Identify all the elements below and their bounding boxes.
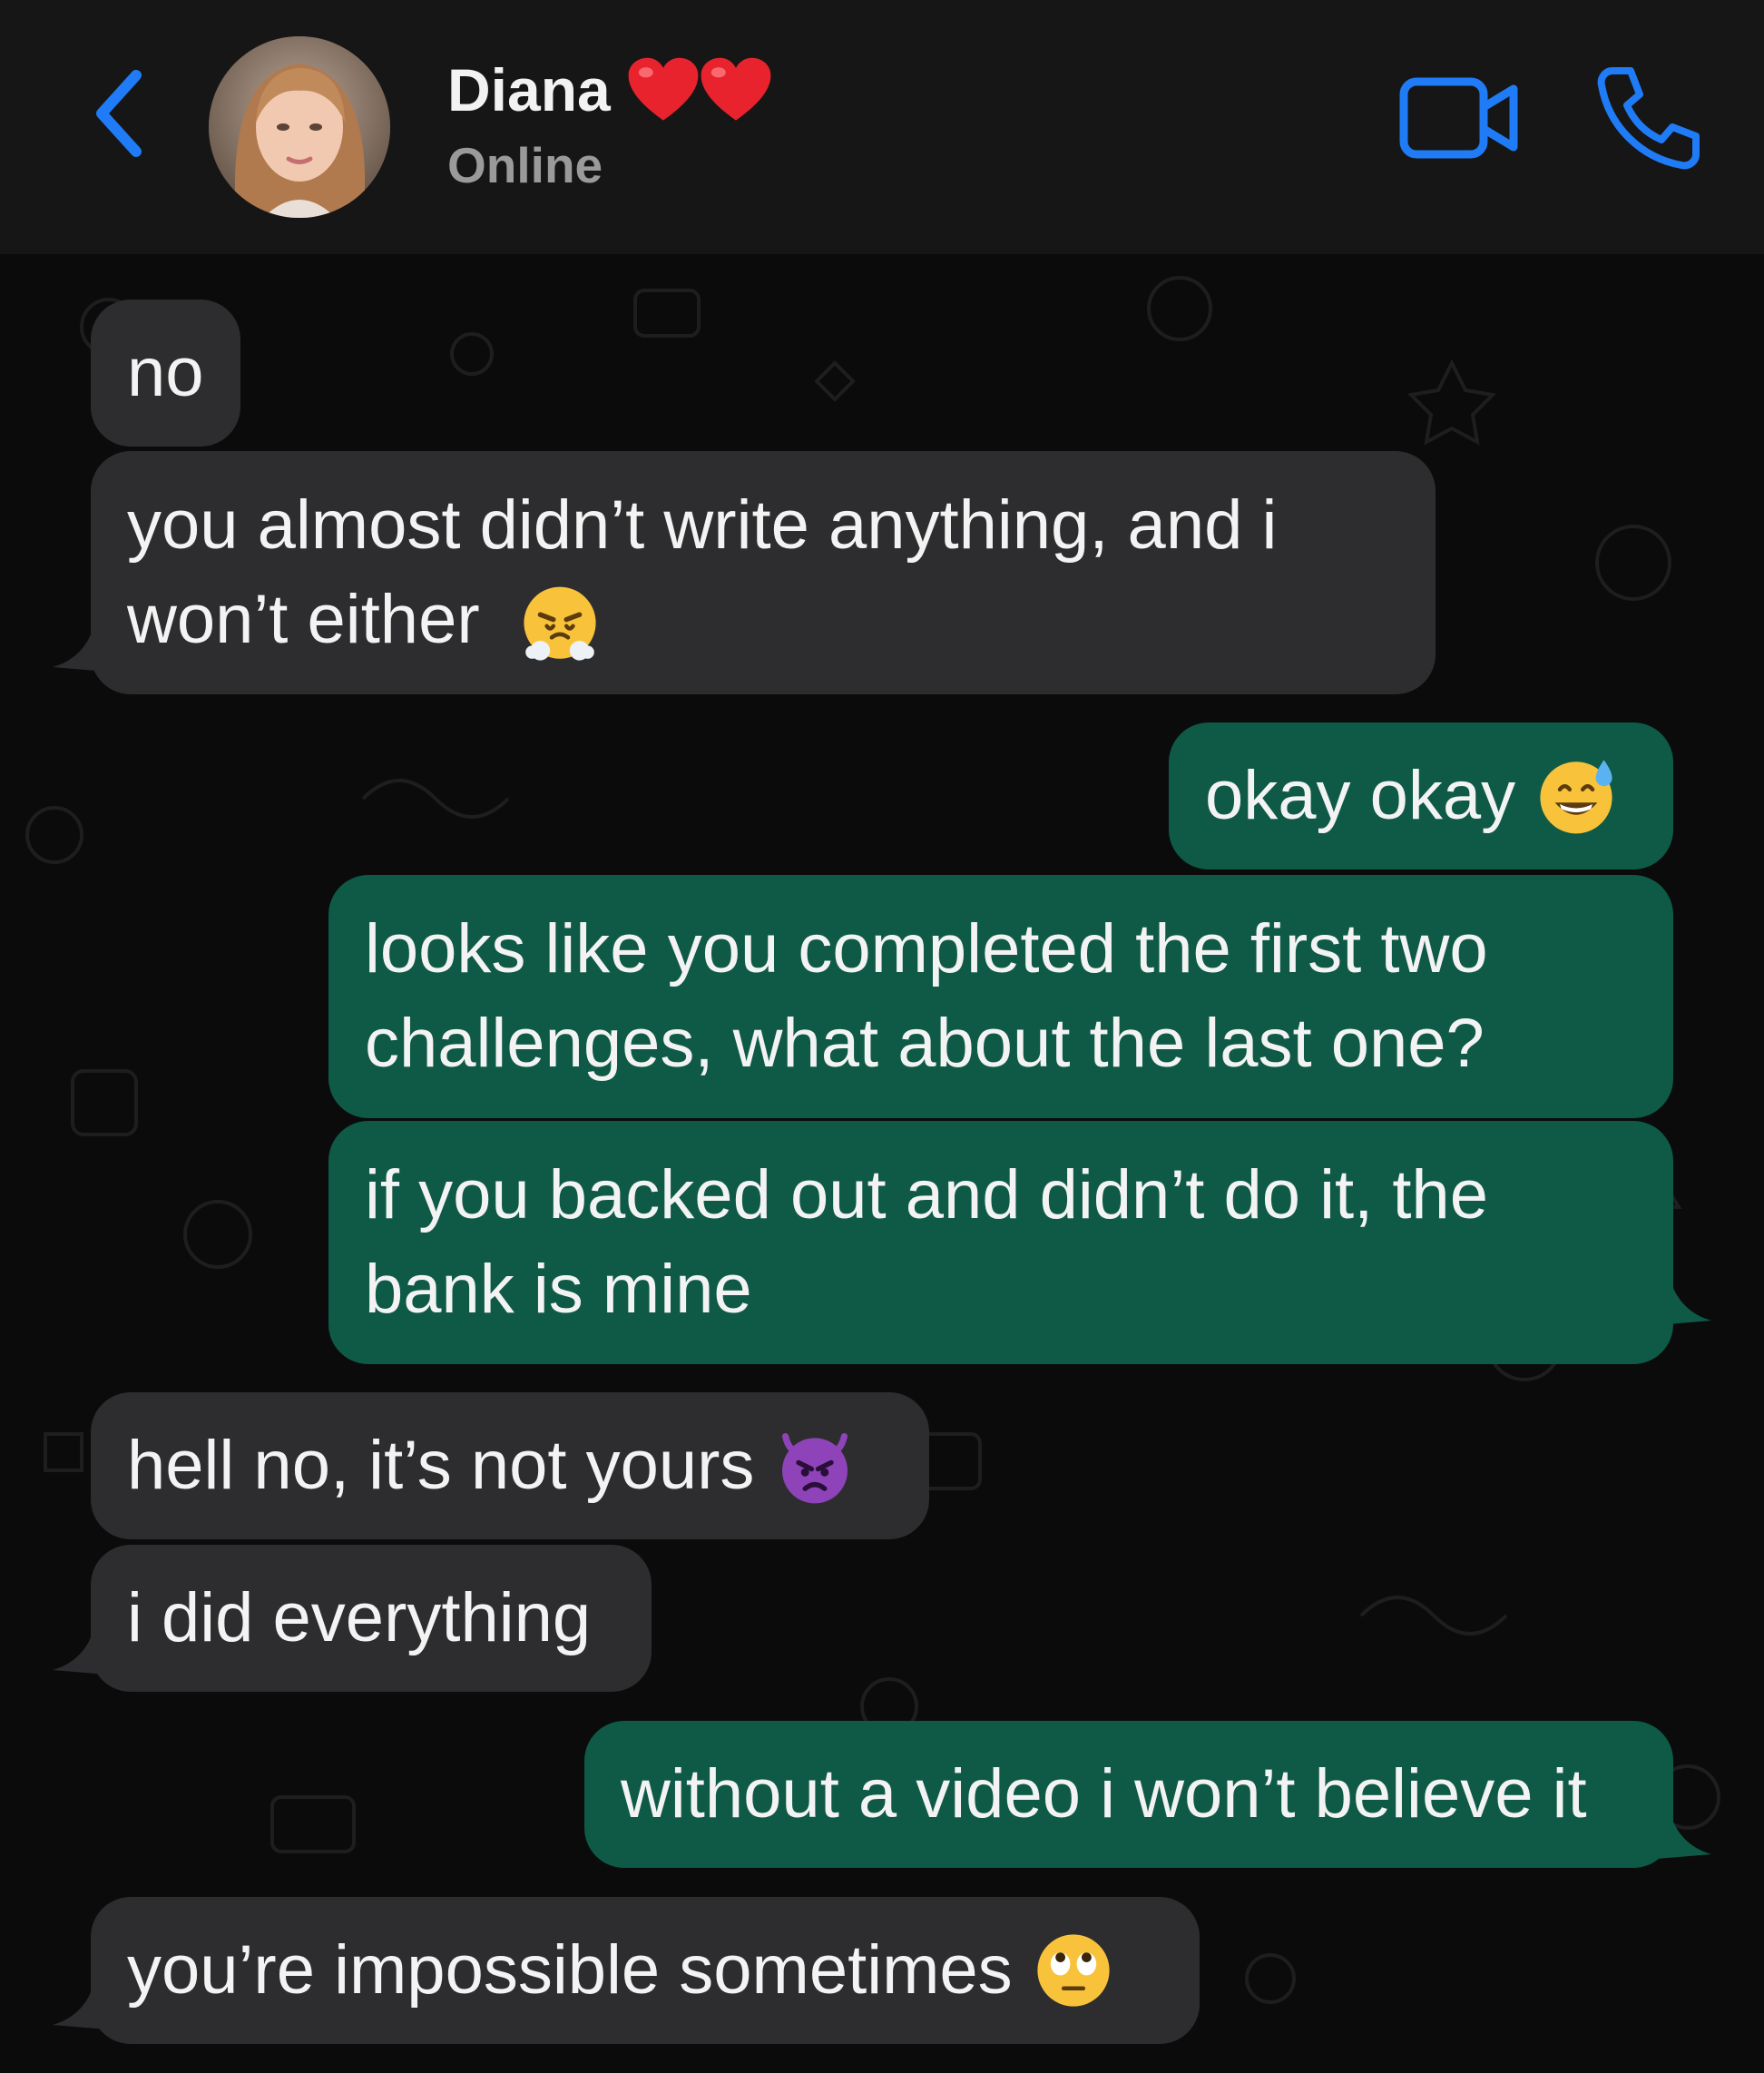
heart-icon [628,57,699,121]
message-text: okay okay [1205,757,1516,834]
message-text: i did everything [127,1579,592,1656]
chevron-left-icon [96,70,142,157]
contact-name-row[interactable]: Diana [447,53,772,127]
message-text: you’re impossible sometimes [127,1931,1013,2009]
message-text: no [127,334,204,411]
message-bubble-outgoing[interactable]: looks like you completed the first two c… [328,875,1673,1118]
message-bubble-incoming[interactable]: i did everything [91,1545,652,1692]
message-text: hell no, it’s not yours [127,1427,755,1504]
message-text: won’t either [127,581,480,658]
message-text: if you backed out and didn’t do it, the [365,1156,1488,1233]
message-bubble-outgoing[interactable]: okay okay [1169,722,1673,869]
contact-status: Online [447,137,603,193]
message-text: looks like you completed the first two [365,910,1488,987]
hearts-emoji [627,55,772,124]
message-text: without a video i won’t believe it [621,1755,1587,1832]
video-call-button[interactable] [1397,73,1524,163]
message-bubble-outgoing[interactable]: without a video i won’t believe it [584,1721,1673,1868]
contact-name: Diana [447,56,611,123]
message-text: bank is mine [365,1251,752,1328]
message-bubble-outgoing[interactable]: if you backed out and didn’t do it, the … [328,1121,1673,1364]
avatar-image [209,36,390,218]
message-bubble-incoming[interactable]: you’re impossible sometimes [91,1897,1200,2044]
message-text-line: won’t either [127,573,601,667]
message-text: you almost didn’t write anything, and i [127,486,1278,564]
message-text: challenges, what about the last one? [365,1005,1485,1082]
phone-icon [1597,67,1700,170]
back-button[interactable] [82,64,154,163]
chat-header: Diana Online [0,0,1764,254]
message-bubble-incoming[interactable]: hell no, it’s not yours [91,1392,929,1539]
avatar[interactable] [209,36,390,218]
video-camera-icon [1399,77,1518,159]
message-bubble-incoming[interactable]: you almost didn’t write anything, and i … [91,451,1436,694]
voice-call-button[interactable] [1592,64,1701,172]
eye-roll-emoji-icon [1037,1934,1110,2007]
grinning-sweat-emoji-icon [1540,760,1612,834]
heart-icon [701,57,771,121]
message-bubble-incoming[interactable]: no [91,300,240,447]
angry-devil-emoji-icon [782,1433,848,1504]
steam-face-emoji-icon [524,586,596,661]
